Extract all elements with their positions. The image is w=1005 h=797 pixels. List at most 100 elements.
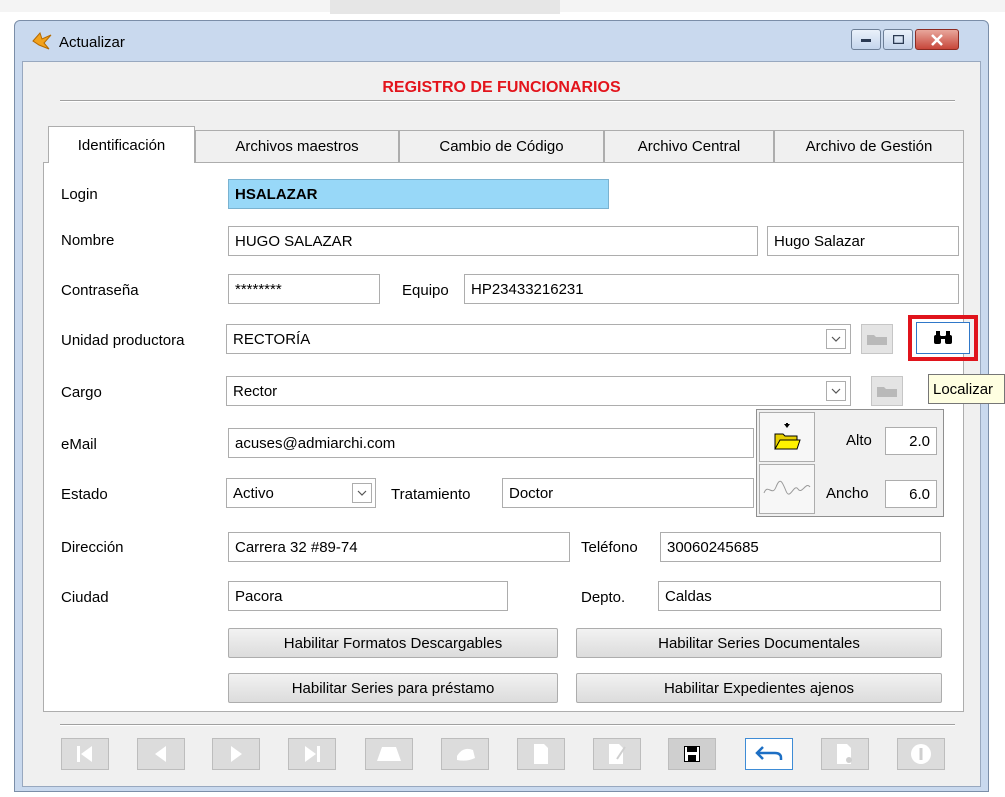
- load-signature-button[interactable]: [759, 412, 815, 462]
- update-window: Actualizar REGISTRO DE FUNCIONARIOS Iden…: [14, 20, 989, 792]
- new-document-button[interactable]: [517, 738, 565, 770]
- tab-archivo-central[interactable]: Archivo Central: [604, 130, 774, 162]
- nombre-field[interactable]: HUGO SALAZAR: [228, 226, 758, 256]
- edit-document-button[interactable]: [593, 738, 641, 770]
- cargo-value: Rector: [233, 382, 278, 400]
- print-icon: [837, 744, 852, 764]
- direccion-field[interactable]: Carrera 32 #89-74: [228, 532, 570, 562]
- login-field[interactable]: HSALAZAR: [228, 179, 609, 209]
- telefono-label: Teléfono: [581, 539, 638, 556]
- ancho-field[interactable]: 6.0: [885, 480, 937, 508]
- tab-cambio-codigo[interactable]: Cambio de Código: [399, 130, 604, 162]
- add-record-button[interactable]: [365, 738, 413, 770]
- delete-record-button[interactable]: [441, 738, 489, 770]
- signature-panel: Alto 2.0 Ancho 6.0: [756, 409, 944, 517]
- ciudad-field[interactable]: Pacora: [228, 581, 508, 611]
- minimize-button[interactable]: [851, 29, 881, 50]
- form-heading: REGISTRO DE FUNCIONARIOS: [382, 79, 621, 96]
- localizar-tooltip: Localizar: [928, 374, 1005, 404]
- localizar-button[interactable]: [916, 322, 970, 354]
- tratamiento-field[interactable]: Doctor: [502, 478, 754, 508]
- tab-archivo-gestion[interactable]: Archivo de Gestión: [774, 130, 964, 162]
- button-label: Habilitar Series para préstamo: [291, 679, 495, 697]
- undo-button[interactable]: [745, 738, 793, 770]
- tab-label: Identificación: [77, 136, 166, 154]
- tooltip-text: Localizar: [933, 380, 994, 398]
- close-icon: [931, 33, 943, 46]
- previous-record-button[interactable]: [137, 738, 185, 770]
- info-button[interactable]: [897, 738, 945, 770]
- habilitar-series-button[interactable]: Habilitar Series Documentales: [576, 628, 942, 658]
- email-field[interactable]: acuses@admiarchi.com: [228, 428, 754, 458]
- telefono-field[interactable]: 30060245685: [660, 532, 941, 562]
- chevron-down-icon: [831, 336, 841, 342]
- habilitar-prestamo-button[interactable]: Habilitar Series para préstamo: [228, 673, 558, 703]
- unidad-folder-button[interactable]: [861, 324, 893, 354]
- add-record-icon: [377, 747, 401, 761]
- equipo-field[interactable]: HP23433216231: [464, 274, 959, 304]
- tab-label: Archivo Central: [637, 138, 741, 155]
- telefono-value: 30060245685: [667, 538, 759, 556]
- nombre-corto-field[interactable]: Hugo Salazar: [767, 226, 959, 256]
- cargo-select[interactable]: Rector: [226, 376, 851, 406]
- print-button[interactable]: [821, 738, 869, 770]
- ancho-value: 6.0: [909, 485, 930, 503]
- title-bar[interactable]: Actualizar: [15, 21, 988, 61]
- depto-label: Depto.: [581, 589, 626, 606]
- heading-divider: [60, 100, 955, 102]
- alto-value: 2.0: [909, 432, 930, 450]
- edit-document-icon: [609, 744, 626, 764]
- button-label: Habilitar Formatos Descargables: [283, 634, 503, 652]
- direccion-label: Dirección: [61, 539, 124, 556]
- depto-field[interactable]: Caldas: [658, 581, 941, 611]
- new-document-icon: [534, 744, 548, 764]
- save-button[interactable]: [668, 738, 716, 770]
- signature-preview: [759, 464, 815, 514]
- contrasena-field[interactable]: ********: [228, 274, 380, 304]
- toolbar-divider: [60, 724, 955, 726]
- minimize-icon: [861, 38, 871, 42]
- open-folder-icon: [774, 423, 801, 450]
- cargo-folder-button[interactable]: [871, 376, 903, 406]
- folder-icon: [867, 335, 887, 345]
- first-record-icon: [77, 746, 92, 762]
- tratamiento-value: Doctor: [509, 484, 554, 502]
- estado-dropdown-button[interactable]: [352, 483, 372, 503]
- ciudad-value: Pacora: [235, 587, 283, 605]
- folder-icon: [877, 387, 897, 397]
- unidad-label: Unidad productora: [61, 332, 185, 349]
- last-record-button[interactable]: [288, 738, 336, 770]
- habilitar-expedientes-button[interactable]: Habilitar Expedientes ajenos: [576, 673, 942, 703]
- maximize-button[interactable]: [883, 29, 913, 50]
- first-record-button[interactable]: [61, 738, 109, 770]
- tab-label: Archivo de Gestión: [805, 138, 933, 155]
- tab-label: Cambio de Código: [439, 138, 564, 155]
- depto-value: Caldas: [665, 587, 712, 605]
- unidad-dropdown-button[interactable]: [826, 329, 846, 349]
- tab-archivos-maestros[interactable]: Archivos maestros: [195, 130, 399, 162]
- nombre-value: HUGO SALAZAR: [235, 232, 353, 250]
- contrasena-value: ********: [235, 280, 282, 298]
- estado-label: Estado: [61, 486, 108, 503]
- close-button[interactable]: [915, 29, 959, 50]
- login-value: HSALAZAR: [235, 185, 318, 203]
- estado-value: Activo: [233, 484, 274, 502]
- unidad-select[interactable]: RECTORÍA: [226, 324, 851, 354]
- info-icon: [911, 744, 931, 764]
- login-label: Login: [61, 186, 98, 203]
- app-icon: [32, 32, 52, 50]
- maximize-icon: [892, 35, 904, 44]
- delete-record-icon: [457, 748, 475, 761]
- cargo-dropdown-button[interactable]: [826, 381, 846, 401]
- undo-icon: [755, 746, 783, 760]
- background-window-edge: [330, 0, 560, 14]
- last-record-icon: [305, 746, 320, 762]
- signature-image-icon: [763, 480, 811, 495]
- tab-identificacion[interactable]: Identificación: [48, 126, 195, 163]
- email-value: acuses@admiarchi.com: [235, 434, 396, 452]
- ancho-label: Ancho: [826, 485, 869, 502]
- alto-field[interactable]: 2.0: [885, 427, 937, 455]
- habilitar-formatos-button[interactable]: Habilitar Formatos Descargables: [228, 628, 558, 658]
- button-label: Habilitar Series Documentales: [658, 634, 860, 652]
- next-record-button[interactable]: [212, 738, 260, 770]
